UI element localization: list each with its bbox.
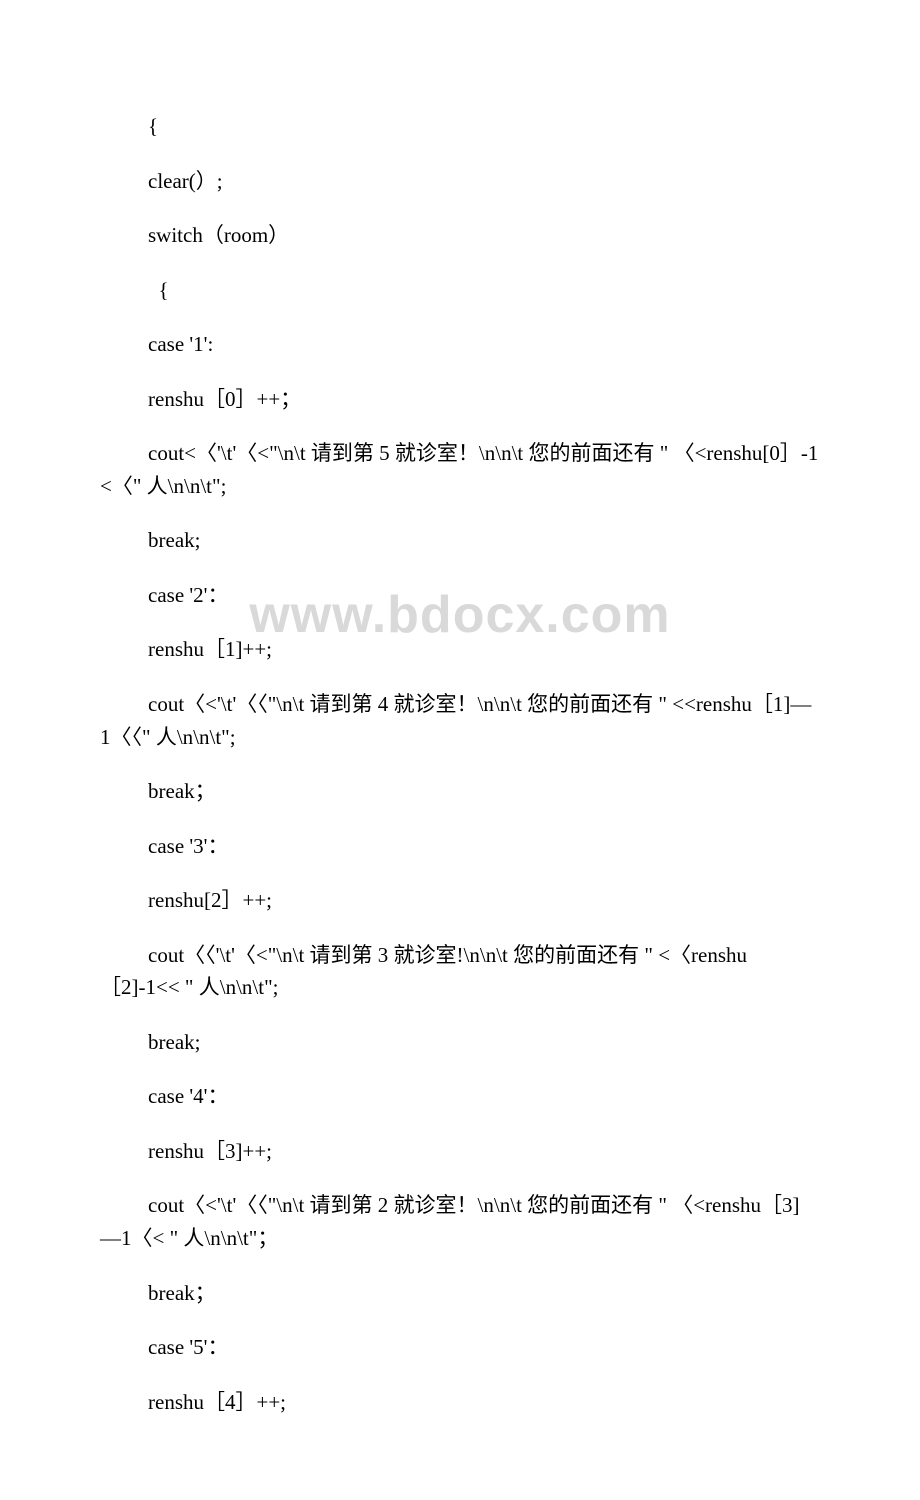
code-line: renshu[2］++; bbox=[100, 884, 820, 917]
code-line: break； bbox=[100, 1277, 820, 1310]
code-line: cout〈〈'\t'〈<"\n\t 请到第 3 就诊室!\n\n\t 您的前面还… bbox=[100, 939, 820, 1004]
code-line: break； bbox=[100, 775, 820, 808]
code-line: switch（room） bbox=[100, 219, 820, 252]
code-line: case '4'： bbox=[100, 1080, 820, 1113]
code-line: clear(）; bbox=[100, 165, 820, 198]
code-line: break; bbox=[100, 1026, 820, 1059]
code-line: renshu［4］++; bbox=[100, 1386, 820, 1419]
code-line: case '1': bbox=[100, 328, 820, 361]
code-line: cout〈<'\t'〈〈"\n\t 请到第 2 就诊室！\n\n\t 您的前面还… bbox=[100, 1189, 820, 1254]
document-body: { clear(）; switch（room） { case '1': rens… bbox=[100, 110, 820, 1418]
code-line: { bbox=[100, 110, 820, 143]
code-line: cout<〈'\t'〈<"\n\t 请到第 5 就诊室！\n\n\t 您的前面还… bbox=[100, 437, 820, 502]
code-line: break; bbox=[100, 524, 820, 557]
code-line: case '5'： bbox=[100, 1331, 820, 1364]
code-line: { bbox=[100, 274, 820, 307]
code-line: case '3'： bbox=[100, 830, 820, 863]
code-line: renshu［3]++; bbox=[100, 1135, 820, 1168]
code-line: renshu［1]++; bbox=[100, 633, 820, 666]
code-line: case '2'： bbox=[100, 579, 820, 612]
code-line: renshu［0］++； bbox=[100, 383, 820, 416]
code-line: cout〈<'\t'〈〈"\n\t 请到第 4 就诊室！\n\n\t 您的前面还… bbox=[100, 688, 820, 753]
